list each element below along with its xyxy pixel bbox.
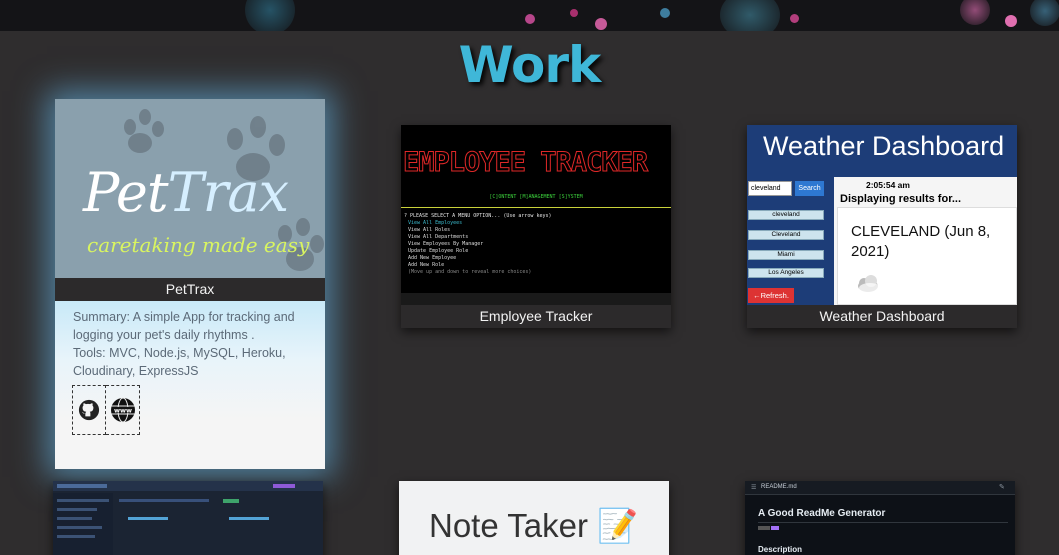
project-card-employee-tracker[interactable]: EMPLOYEE TRACKER [C]ONTENT [M]ANAGEMENT … [401, 125, 671, 328]
refresh-button: ←Refresh. [748, 288, 794, 303]
project-card-note-taker[interactable]: Note Taker 📝 [399, 481, 669, 555]
www-icon: www [110, 397, 135, 423]
project-thumbnail: EMPLOYEE TRACKER [C]ONTENT [M]ANAGEMENT … [401, 125, 671, 305]
readme-section-heading: Description [758, 545, 803, 554]
history-item: Los Angeles [748, 268, 824, 278]
project-card-readme-generator[interactable]: ☰ README.md ✎ A Good ReadMe Generator De… [745, 481, 1015, 555]
cloud-icon [858, 275, 881, 293]
svg-text:www: www [113, 407, 131, 415]
project-summary: Summary: A simple App for tracking and l… [73, 310, 295, 342]
section-title: Work [458, 36, 602, 94]
project-card-pettrax[interactable]: PetTrax caretaking made easy PetTrax Sum… [55, 99, 325, 469]
project-caption: Employee Tracker [401, 305, 671, 328]
website-link[interactable]: www [106, 385, 140, 435]
menu-item: View Employees By Manager [408, 241, 484, 247]
menu-item: Add New Role [408, 262, 445, 268]
project-thumbnail: Weather Dashboard cleveland Search cleve… [747, 125, 1017, 305]
readme-filename: README.md [761, 484, 797, 490]
city-title: CLEVELAND (Jun 8, 2021) [851, 223, 991, 260]
history-item: Miami [748, 250, 824, 260]
history-item: Cleveland [748, 230, 824, 240]
project-links: www [72, 385, 140, 435]
github-link[interactable] [72, 385, 106, 435]
search-button: Search [795, 181, 824, 196]
pettrax-tagline: caretaking made easy [87, 233, 310, 257]
project-caption: Weather Dashboard [747, 305, 1017, 328]
pettrax-logo: PetTrax [83, 161, 289, 224]
weather-header: Weather Dashboard [763, 131, 1005, 161]
menu-item: View All Roles [408, 227, 451, 233]
terminal-prompt: ? PLEASE SELECT A MENU OPTION... (Use ar… [404, 213, 552, 219]
menu-item: Add New Employee [408, 255, 457, 261]
menu-item: View All Departments [408, 234, 469, 240]
edit-icon: ✎ [999, 484, 1005, 491]
project-card-weather-dashboard[interactable]: Weather Dashboard cleveland Search cleve… [747, 125, 1017, 328]
readme-heading: A Good ReadMe Generator [758, 508, 886, 519]
terminal-banner: EMPLOYEE TRACKER [402, 147, 648, 179]
project-caption: PetTrax [55, 278, 325, 301]
project-thumbnail: PetTrax caretaking made easy [55, 99, 325, 278]
menu-item: Update Employee Role [408, 248, 469, 254]
terminal-subtitle: [C]ONTENT [M]ANAGEMENT [S]YSTEM [489, 194, 583, 200]
city-search-input: cleveland [748, 181, 792, 196]
weather-results: 2:05:54 am Displaying results for... CLE… [834, 177, 1017, 305]
menu-item: View All Employees [408, 220, 463, 226]
current-time: 2:05:54 am [866, 180, 910, 190]
list-icon: ☰ [751, 485, 757, 491]
project-card-4[interactable] [53, 481, 323, 555]
project-tools: Tools: MVC, Node.js, MySQL, Heroku, Clou… [73, 346, 286, 378]
header-banner [0, 0, 1059, 31]
menu-footer: (Move up and down to reveal more choices… [408, 269, 532, 275]
note-taker-title: Note Taker 📝 [429, 507, 639, 544]
terminal-menu: View All Employees View All Roles View A… [408, 220, 531, 276]
github-icon [78, 399, 100, 421]
history-item: cleveland [748, 210, 824, 220]
results-label: Displaying results for... [840, 193, 962, 205]
